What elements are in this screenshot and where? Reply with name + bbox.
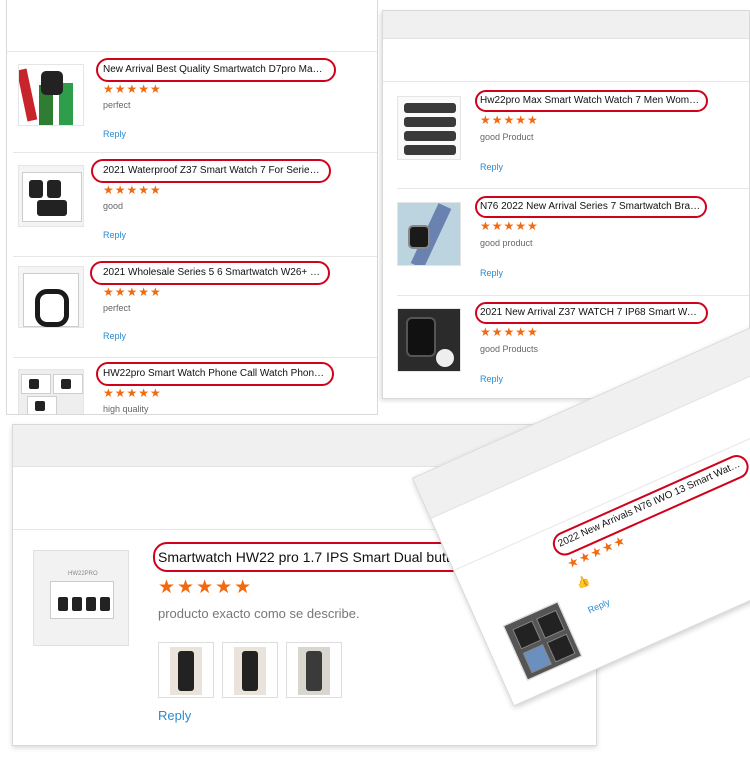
product-title-link[interactable]: Smartwatch HW22 pro 1.7 IPS Smart Dual b…	[158, 549, 484, 565]
product-thumbnail[interactable]	[397, 202, 461, 266]
rating-stars: ★★★★★	[103, 82, 162, 96]
reply-link[interactable]: Reply	[480, 162, 503, 172]
product-thumbnail[interactable]: HW22PRO	[33, 550, 129, 646]
review-photo[interactable]	[222, 642, 278, 698]
review-panel-1: New Arrival Best Quality Smartwatch D7pr…	[6, 0, 378, 415]
review-item: Hw22pro Max Smart Watch Watch 7 Men Wom……	[383, 82, 749, 188]
product-title-link[interactable]: 2021 Waterproof Z37 Smart Watch 7 For Se…	[103, 165, 325, 176]
reply-link[interactable]: Reply	[158, 708, 191, 723]
reply-link[interactable]: Reply	[103, 129, 126, 139]
review-comment: good Product	[480, 132, 534, 142]
product-thumbnail[interactable]	[397, 308, 461, 372]
review-item: 2021 Waterproof Z37 Smart Watch 7 For Se…	[7, 153, 377, 256]
review-comment: perfect	[103, 100, 131, 110]
product-thumbnail[interactable]	[18, 165, 84, 227]
rating-stars: ★★★★★	[103, 386, 162, 400]
product-thumbnail[interactable]	[18, 369, 84, 414]
review-comment: perfect	[103, 303, 131, 313]
reply-link[interactable]: Reply	[586, 597, 611, 615]
rating-stars: ★★★★★	[103, 285, 162, 299]
rating-stars: ★★★★★	[480, 113, 539, 127]
reply-link[interactable]: Reply	[480, 268, 503, 278]
product-title-link[interactable]: 2022 New Arrivals N76 IWO 13 Smart Watch…	[557, 458, 744, 549]
rating-stars: ★★★★★	[103, 183, 162, 197]
review-comment: good	[103, 201, 124, 211]
product-thumbnail[interactable]	[397, 96, 461, 160]
product-title-link[interactable]: HW22pro Smart Watch Phone Call Watch Pho…	[103, 368, 329, 379]
rating-stars: ★★★★★	[480, 219, 539, 233]
product-thumbnail[interactable]	[502, 601, 583, 681]
product-title-link[interactable]: Hw22pro Max Smart Watch Watch 7 Men Wom…	[480, 95, 702, 106]
product-title-link[interactable]: New Arrival Best Quality Smartwatch D7pr…	[103, 64, 333, 75]
product-title-link[interactable]: 2021 Wholesale Series 5 6 Smartwatch W26…	[103, 267, 325, 278]
product-thumbnail[interactable]	[18, 64, 84, 126]
rating-stars: ★★★★★	[480, 325, 539, 339]
review-comment: producto exacto como se describe.	[158, 606, 360, 621]
panel-header-bar	[383, 11, 749, 39]
review-photo[interactable]	[286, 642, 342, 698]
product-title-link[interactable]: N76 2022 New Arrival Series 7 Smartwatch…	[480, 201, 702, 212]
review-panel-2: Hw22pro Max Smart Watch Watch 7 Men Wom……	[382, 10, 750, 399]
reply-link[interactable]: Reply	[480, 374, 503, 384]
review-comment: high quality	[103, 404, 149, 414]
review-item: New Arrival Best Quality Smartwatch D7pr…	[7, 52, 377, 152]
product-thumbnail[interactable]	[18, 266, 84, 328]
review-comment: good product	[480, 238, 533, 248]
review-item: 2021 Wholesale Series 5 6 Smartwatch W26…	[7, 256, 377, 357]
panel-header-bar	[7, 0, 377, 52]
reply-link[interactable]: Reply	[103, 230, 126, 240]
review-photo[interactable]	[158, 642, 214, 698]
reply-link[interactable]: Reply	[103, 331, 126, 341]
review-item: HW22pro Smart Watch Phone Call Watch Pho…	[7, 357, 377, 414]
product-box-label: HW22PRO	[68, 571, 98, 577]
thumbs-up-icon: 👍	[574, 574, 592, 591]
product-title-link[interactable]: 2021 New Arrival Z37 WATCH 7 IP68 Smart …	[480, 307, 702, 318]
review-comment: good Products	[480, 344, 539, 354]
review-item: N76 2022 New Arrival Series 7 Smartwatch…	[383, 189, 749, 295]
rating-stars: ★★★★★	[158, 577, 254, 598]
